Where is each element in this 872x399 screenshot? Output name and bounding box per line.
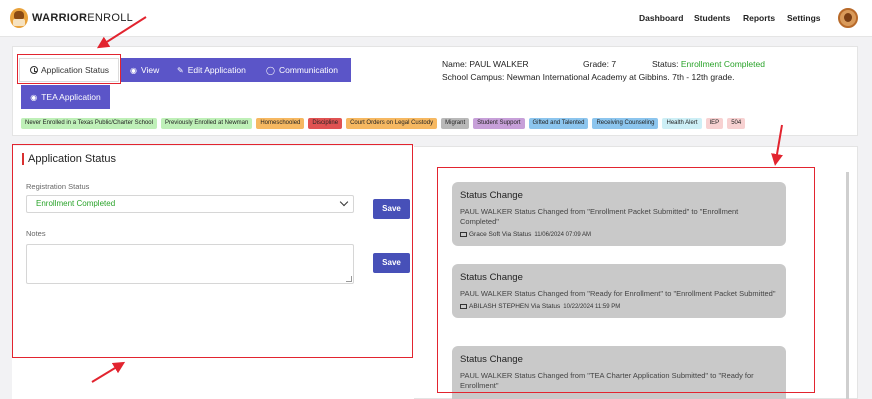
student-tag: Receiving Counseling — [592, 118, 659, 129]
student-grade-value: 7 — [611, 59, 617, 69]
student-tag: Health Alert — [662, 118, 702, 129]
tab-communication[interactable]: ◯ Communication — [263, 58, 351, 82]
brand-name-bold: WARRIOR — [32, 12, 88, 24]
student-status: Status: Enrollment Completed — [652, 59, 765, 69]
edit-icon: ✎ — [177, 65, 184, 75]
student-name-value: PAUL WALKER — [469, 59, 529, 69]
student-tag: Student Support — [473, 118, 525, 129]
nav-settings[interactable]: Settings — [787, 13, 821, 23]
eye-icon: ◉ — [130, 65, 137, 75]
student-status-label: Status: — [652, 59, 679, 69]
tab-view-label: View — [140, 65, 160, 75]
student-tags: Never Enrolled in a Texas Public/Charter… — [21, 118, 749, 129]
tab-edit-application-label: Edit Application — [187, 65, 246, 75]
tea-application-label: TEA Application — [41, 92, 101, 102]
school-campus: School Campus: Newman International Acad… — [442, 72, 735, 82]
school-campus-label: School Campus: — [442, 72, 505, 82]
highlight-box-timeline — [437, 167, 815, 393]
nav-students[interactable]: Students — [694, 13, 730, 23]
student-name: Name: PAUL WALKER — [442, 59, 529, 69]
student-tag: Homeschooled — [256, 118, 305, 129]
student-tag: Migrant — [441, 118, 470, 129]
brand-name: WARRIORENROLL — [32, 12, 133, 24]
student-tag: Discipline — [308, 118, 343, 129]
student-tag: Previously Enrolled at Newman — [160, 118, 253, 129]
student-name-label: Name: — [442, 59, 468, 69]
student-tag: Court Orders on Legal Custody — [346, 118, 438, 129]
student-grade-label: Grade: — [583, 59, 609, 69]
warrior-logo-icon — [10, 8, 28, 28]
student-tag: 504 — [727, 118, 746, 129]
tab-edit-application[interactable]: ✎ Edit Application — [174, 58, 258, 82]
student-tag: IEP — [705, 118, 724, 129]
nav-reports[interactable]: Reports — [743, 13, 775, 23]
nav-dashboard[interactable]: Dashboard — [639, 13, 683, 23]
student-tag: Gifted and Talented — [528, 118, 589, 129]
student-status-value: Enrollment Completed — [680, 59, 765, 69]
tab-view[interactable]: ◉ View — [126, 58, 166, 82]
eye-icon: ◉ — [30, 92, 38, 102]
highlight-box-tab — [17, 54, 121, 84]
tab-communication-label: Communication — [278, 65, 339, 75]
timeline-scrollbar[interactable] — [846, 172, 849, 399]
chat-bubble-icon: ◯ — [266, 65, 275, 75]
school-campus-value: Newman International Academy at Gibbins.… — [506, 72, 735, 82]
brand-logo[interactable]: WARRIORENROLL — [10, 8, 133, 28]
user-avatar[interactable] — [838, 8, 858, 28]
highlight-box-form — [12, 144, 413, 358]
top-navbar: WARRIORENROLL Dashboard Students Reports… — [0, 0, 872, 37]
student-tag: Never Enrolled in a Texas Public/Charter… — [21, 118, 157, 129]
tea-application-button[interactable]: ◉ TEA Application — [21, 85, 110, 109]
student-grade: Grade: 7 — [583, 59, 616, 69]
brand-name-light: ENROLL — [87, 12, 134, 24]
